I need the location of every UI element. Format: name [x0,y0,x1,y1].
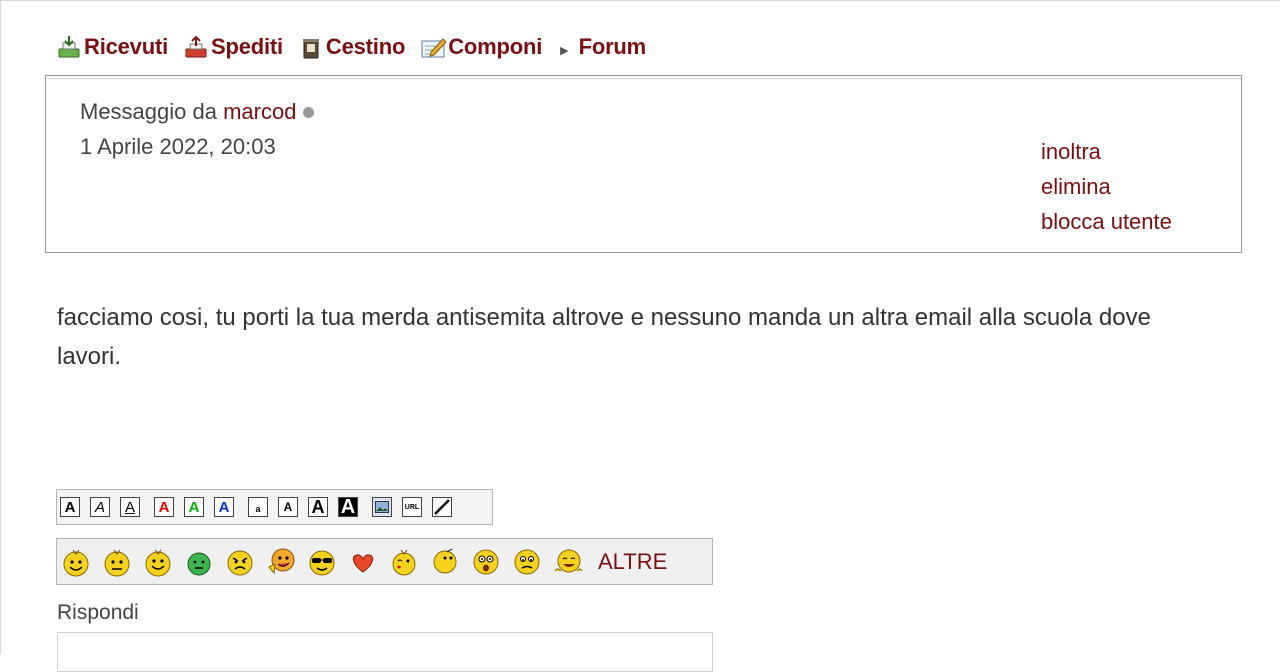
slash-icon [434,499,450,515]
reply-label: Rispondi [57,601,139,624]
clear-format-button[interactable] [432,497,452,517]
delete-link[interactable]: elimina [1041,169,1172,204]
forward-link[interactable]: inoltra [1041,134,1172,169]
smiley-sunglasses-icon[interactable] [307,547,337,577]
frame-border-top [0,0,1280,1]
smiley-grumpy-icon[interactable] [102,547,132,577]
large-text-button[interactable]: A [308,497,328,517]
smiley-smile-icon[interactable] [143,547,173,577]
normal-text-button[interactable]: A [278,497,298,517]
reply-textarea[interactable] [57,632,713,672]
nav-spediti[interactable]: Spediti [184,34,283,60]
sender-link[interactable]: marcod [223,99,296,124]
smiley-happy-icon[interactable] [61,547,91,577]
image-button[interactable] [372,497,392,517]
message-body: facciamo cosi, tu porti la tua merda ant… [57,304,1151,370]
mail-nav: Ricevuti Spediti Cestino Componi ▶ Forum [57,33,662,61]
smiley-tongue-icon[interactable] [266,547,296,577]
format-toolbar: A A A A A A a A A A URL [56,489,493,525]
smiley-green-icon[interactable] [184,547,214,577]
more-smileys-link[interactable]: ALTRE [598,549,667,575]
url-button[interactable]: URL [402,497,422,517]
block-user-link[interactable]: blocca utente [1041,204,1172,239]
green-text-button[interactable]: A [184,497,204,517]
message-actions: inoltra elimina blocca utente [1041,134,1172,239]
xlarge-text-button[interactable]: A [338,497,358,517]
nav-componi[interactable]: Componi [421,34,542,60]
heart-icon[interactable] [348,547,378,577]
message-header: Messaggio da marcod 1 Aprile 2022, 20:03… [45,75,1242,253]
nav-ricevuti[interactable]: Ricevuti [57,34,168,60]
message-date: 1 Aprile 2022, 20:03 [80,134,276,159]
smiley-sad-icon[interactable] [512,547,542,577]
compose-icon [421,35,447,59]
message-sender-line: Messaggio da marcod [80,99,315,125]
arrow-right-icon: ▶ [560,44,569,57]
small-text-button[interactable]: a [248,497,268,517]
smiley-kiss-icon[interactable] [389,547,419,577]
nav-cestino[interactable]: Cestino [299,34,405,60]
bold-button[interactable]: A [60,497,80,517]
smiley-angry-icon[interactable] [225,547,255,577]
underline-button[interactable]: A [120,497,140,517]
nav-forum[interactable]: ▶ Forum [558,34,646,60]
blue-text-button[interactable]: A [214,497,234,517]
smiley-thinking-icon[interactable] [430,547,460,577]
smiley-shocked-icon[interactable] [471,547,501,577]
inbox-tray-icon [57,35,81,59]
smiley-toolbar: ALTRE [56,538,713,585]
online-status-dot [303,107,315,118]
outbox-tray-icon [184,35,208,59]
trash-bin-icon [299,35,323,59]
red-text-button[interactable]: A [154,497,174,517]
italic-button[interactable]: A [90,497,110,517]
frame-border-left [0,0,1,654]
image-icon [375,501,389,513]
smiley-laughing-icon[interactable] [553,547,583,577]
